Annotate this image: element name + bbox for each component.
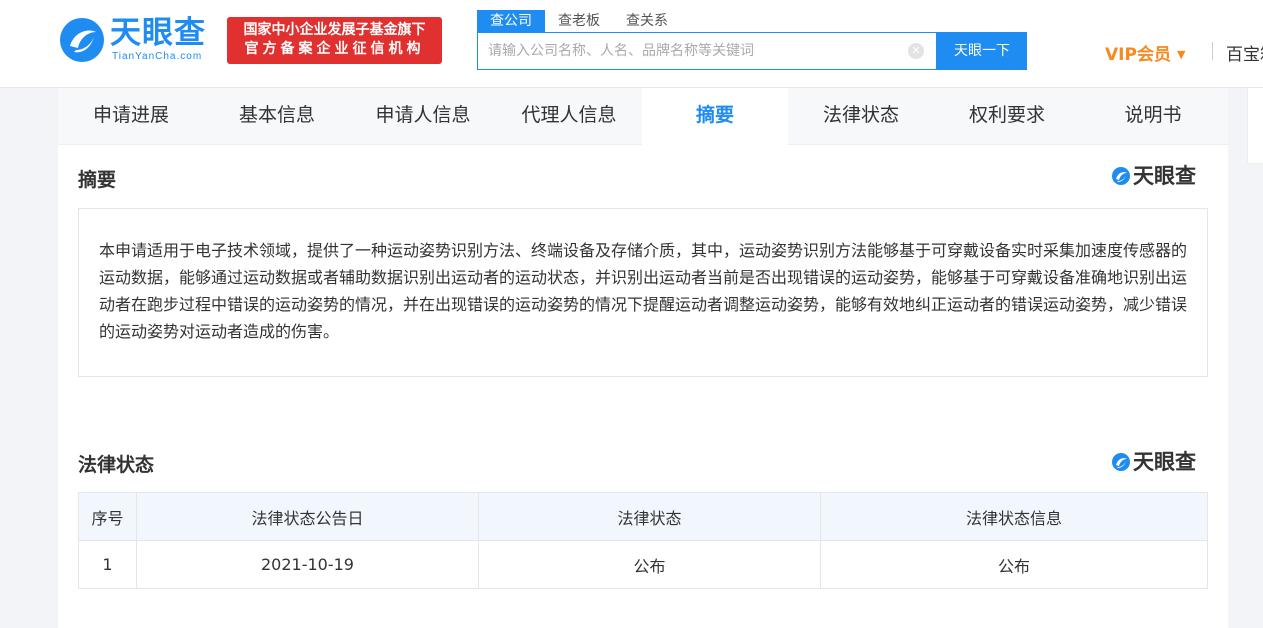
abstract-title: 摘要	[78, 169, 117, 191]
tianyancha-logo-icon	[60, 18, 104, 62]
logo-subtitle: TianYanCha.com	[112, 51, 203, 62]
caret-down-icon: ▼	[1176, 48, 1186, 61]
cell-info: 公布	[820, 540, 1208, 589]
legal-brand-text: 天眼查	[1133, 450, 1196, 474]
section-tabs: 申请进展 基本信息 申请人信息 代理人信息 摘要 法律状态 权利要求 说明书	[58, 88, 1228, 146]
col-header-status: 法律状态	[478, 492, 821, 541]
col-header-info: 法律状态信息	[820, 492, 1208, 541]
cell-index: 1	[78, 540, 137, 589]
top-header: 天眼查 TianYanCha.com 国家中小企业发展子基金旗下 官方备案企业征…	[0, 0, 1263, 88]
tab-application-progress[interactable]: 申请进展	[58, 88, 204, 145]
vip-label: VIP会员	[1105, 45, 1171, 65]
col-header-index: 序号	[78, 492, 137, 541]
table-header-row: 序号 法律状态公告日 法律状态 法律状态信息	[78, 492, 1208, 541]
header-divider	[1212, 42, 1213, 60]
col-header-date: 法律状态公告日	[136, 492, 479, 541]
abstract-brand-text: 天眼查	[1133, 164, 1196, 188]
search-box: ✕	[477, 32, 937, 70]
search-button[interactable]: 天眼一下	[937, 32, 1027, 70]
tab-basic-info[interactable]: 基本信息	[204, 88, 350, 145]
search-type-tabs: 查公司 查老板 查关系	[477, 10, 681, 32]
tab-applicant-info[interactable]: 申请人信息	[350, 88, 496, 145]
badge-line-1: 国家中小企业发展子基金旗下	[243, 22, 426, 38]
tab-abstract[interactable]: 摘要	[642, 88, 788, 146]
tianyancha-mini-icon	[1112, 167, 1130, 185]
vip-member-menu[interactable]: VIP会员 ▼	[1105, 40, 1185, 65]
badge-line-2: 官方备案企业征信机构	[244, 41, 425, 57]
cell-date: 2021-10-19	[136, 540, 479, 589]
tab-claims[interactable]: 权利要求	[934, 88, 1080, 145]
tab-description[interactable]: 说明书	[1080, 88, 1226, 145]
legal-brand: 天眼查	[1111, 449, 1211, 475]
legal-status-table: 序号 法律状态公告日 法律状态 法律状态信息 1 2021-10-19 公布 公…	[78, 492, 1208, 589]
search-input[interactable]	[478, 33, 898, 69]
search-tab-relation[interactable]: 查关系	[613, 10, 681, 32]
official-badge: 国家中小企业发展子基金旗下 官方备案企业征信机构	[227, 17, 442, 64]
abstract-brand: 天眼查	[1111, 163, 1211, 189]
search-tab-boss[interactable]: 查老板	[545, 10, 613, 32]
cell-status: 公布	[478, 540, 821, 589]
tianyancha-mini-icon	[1112, 453, 1130, 471]
tab-legal-status[interactable]: 法律状态	[788, 88, 934, 145]
table-row: 1 2021-10-19 公布 公布	[78, 540, 1208, 589]
site-logo[interactable]: 天眼查 TianYanCha.com	[58, 14, 218, 66]
legal-status-title: 法律状态	[78, 454, 155, 476]
search-tab-company[interactable]: 查公司	[477, 10, 545, 32]
logo-text: 天眼查	[110, 15, 206, 51]
baibao-link[interactable]: 百宝箱	[1226, 40, 1263, 65]
abstract-text: 本申请适用于电子技术领域，提供了一种运动姿势识别方法、终端设备及存储介质，其中，…	[78, 208, 1208, 377]
patent-detail-panel: 申请进展 基本信息 申请人信息 代理人信息 摘要 法律状态 权利要求 说明书 摘…	[58, 88, 1228, 628]
clear-icon[interactable]: ✕	[908, 43, 924, 59]
side-card	[1247, 88, 1263, 164]
tab-agent-info[interactable]: 代理人信息	[496, 88, 642, 145]
